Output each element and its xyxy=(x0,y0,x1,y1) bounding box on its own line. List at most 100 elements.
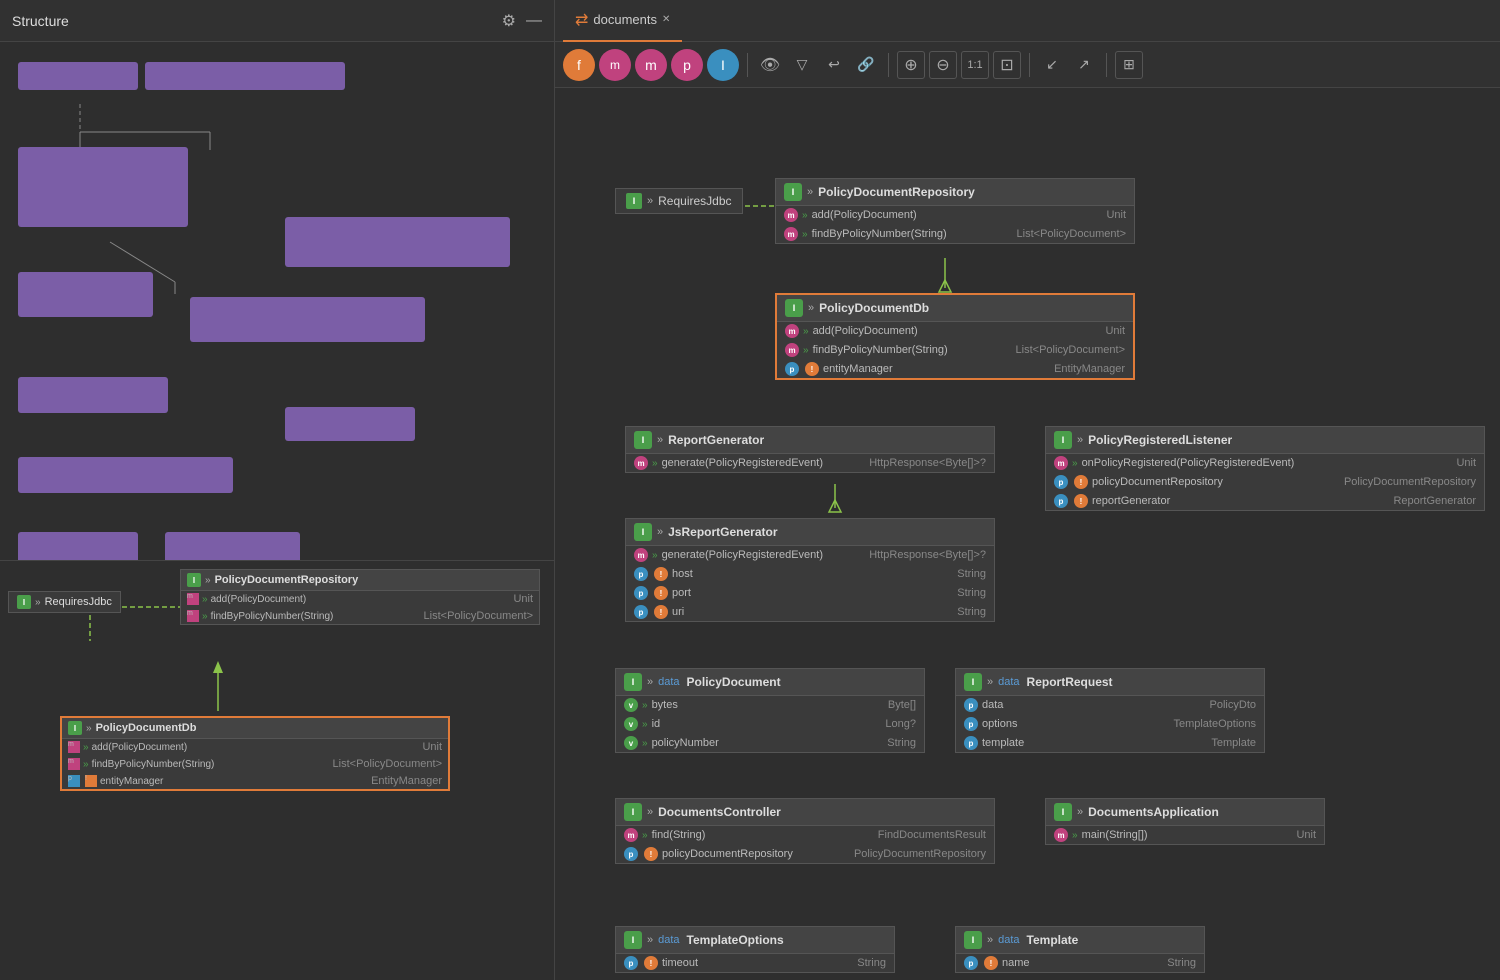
eye-btn[interactable]: 👁 xyxy=(756,51,784,79)
filter-m-btn[interactable]: m xyxy=(635,49,667,81)
documents-controller-node[interactable]: I » DocumentsController m » find(String)… xyxy=(615,798,995,864)
mini-node-3[interactable] xyxy=(18,147,188,227)
report-request-node[interactable]: I » data ReportRequest p data PolicyDto … xyxy=(955,668,1265,753)
mini-node-7[interactable] xyxy=(18,377,168,413)
pd-row1-name: bytes xyxy=(652,699,678,711)
layout-left-btn[interactable]: ↙ xyxy=(1038,51,1066,79)
lb-db-row1-icon: m xyxy=(68,741,80,753)
lb-policy-doc-db[interactable]: I » PolicyDocumentDb m » add(PolicyDocum… xyxy=(60,716,450,791)
policy-doc-badge: I xyxy=(624,673,642,691)
repo-row2-name: findByPolicyNumber(String) xyxy=(812,228,947,240)
report-gen-row1: m » generate(PolicyRegisteredEvent) Http… xyxy=(626,454,994,472)
lb-repo-row1-icon: m xyxy=(187,593,199,605)
layout-right-btn[interactable]: ↗ xyxy=(1070,51,1098,79)
tmpl-data-label: data xyxy=(998,934,1019,946)
rr-row3: p template Template xyxy=(956,734,1264,752)
docs-app-title: DocumentsApplication xyxy=(1088,805,1219,819)
zoom-in-btn[interactable]: ⊕ xyxy=(897,51,925,79)
db-row1-icon: m xyxy=(785,324,799,338)
lb-db-row3: p ! entityManager EntityManager xyxy=(62,773,448,789)
lb-repo-row1-type: Unit xyxy=(513,593,533,605)
minimize-icon[interactable]: — xyxy=(526,12,542,30)
tmpl-opts-title: TemplateOptions xyxy=(687,933,784,947)
toolbar-sep3 xyxy=(1029,53,1030,77)
lb-repo-row2-type: List<PolicyDocument> xyxy=(424,610,533,622)
grid-btn[interactable]: ⊞ xyxy=(1115,51,1143,79)
lb-repo-arrow: » xyxy=(205,575,211,586)
pd-row1-icon: v xyxy=(624,698,638,712)
pd-row2-name: id xyxy=(652,718,661,730)
filter-f-btn[interactable]: f xyxy=(563,49,595,81)
mini-node-6[interactable] xyxy=(190,297,425,342)
docs-ctrl-badge: I xyxy=(624,803,642,821)
settings-icon[interactable]: ⚙ xyxy=(502,11,516,31)
dc-row2: p ! policyDocumentRepository PolicyDocum… xyxy=(616,845,994,863)
report-gen-header: I » ReportGenerator xyxy=(626,427,994,454)
mini-node-2[interactable] xyxy=(145,62,345,90)
mini-node-5[interactable] xyxy=(18,272,153,317)
prl-row2: p ! policyDocumentRepository PolicyDocum… xyxy=(1046,473,1484,492)
documents-tab[interactable]: ⇄ documents ✕ xyxy=(563,0,682,42)
link-btn[interactable]: 🔗 xyxy=(852,51,880,79)
zoom-out-btn[interactable]: ⊖ xyxy=(929,51,957,79)
prl-row1-type: Unit xyxy=(1456,457,1476,469)
policy-reg-listener-header: I » PolicyRegisteredListener xyxy=(1046,427,1484,454)
js-gen-row1-icon: m xyxy=(634,548,648,562)
policy-document-node[interactable]: I » data PolicyDocument v » bytes Byte[]… xyxy=(615,668,925,753)
lb-repo-badge: I xyxy=(187,573,201,587)
tmpl-row1-name: name xyxy=(1002,957,1030,969)
template-node[interactable]: I » data Template p ! name String xyxy=(955,926,1205,973)
fit-btn[interactable]: ⊡ xyxy=(993,51,1021,79)
js-gen-row2-icon-p: p xyxy=(634,567,648,581)
report-generator-node[interactable]: I » ReportGenerator m » generate(PolicyR… xyxy=(625,426,995,473)
mini-node-10[interactable] xyxy=(18,532,138,560)
policy-registered-listener-node[interactable]: I » PolicyRegisteredListener m » onPolic… xyxy=(1045,426,1485,511)
documents-app-node[interactable]: I » DocumentsApplication m » main(String… xyxy=(1045,798,1325,845)
repo-row2-icon: m xyxy=(784,227,798,241)
mini-node-4[interactable] xyxy=(285,217,510,267)
filter-btn[interactable]: ▽ xyxy=(788,51,816,79)
tmpl-opts-data-label: data xyxy=(658,934,679,946)
filter-mq-btn[interactable]: m xyxy=(599,49,631,81)
mini-node-9[interactable] xyxy=(18,457,233,493)
mini-node-11[interactable] xyxy=(165,532,300,560)
policy-doc-repo-node[interactable]: I » PolicyDocumentRepository m » add(Pol… xyxy=(775,178,1135,244)
left-header-icons: ⚙ — xyxy=(502,11,542,31)
policy-doc-db-node[interactable]: I » PolicyDocumentDb m » add(PolicyDocum… xyxy=(775,293,1135,380)
filter-p-btn[interactable]: p xyxy=(671,49,703,81)
rr-row2-type: TemplateOptions xyxy=(1173,718,1256,730)
tmpl-row1: p ! name String xyxy=(956,954,1204,972)
zoom-reset-btn[interactable]: 1:1 xyxy=(961,51,989,79)
tab-close-btn[interactable]: ✕ xyxy=(662,14,670,25)
requires-jdbc-badge: I xyxy=(626,193,642,209)
rr-row3-type: Template xyxy=(1211,737,1256,749)
tmpl-row1-icon-excl: ! xyxy=(984,956,998,970)
da-row1-icon: m xyxy=(1054,828,1068,842)
lb-requires-jdbc[interactable]: I » RequiresJdbc xyxy=(8,591,121,613)
mini-node-1[interactable] xyxy=(18,62,138,90)
lb-repo-row2: m » findByPolicyNumber(String) List<Poli… xyxy=(181,608,539,624)
to-row1-icon-p: p xyxy=(624,956,638,970)
db-row2-icon: m xyxy=(785,343,799,357)
prl-row2-icon-excl: ! xyxy=(1074,475,1088,489)
pd-row1: v » bytes Byte[] xyxy=(616,696,924,715)
prl-row1: m » onPolicyRegistered(PolicyRegisteredE… xyxy=(1046,454,1484,473)
js-report-generator-node[interactable]: I » JsReportGenerator m » generate(Polic… xyxy=(625,518,995,622)
diagram-area[interactable]: I » RequiresJdbc I » PolicyDocumentRepos… xyxy=(555,88,1500,980)
filter-i-btn[interactable]: I xyxy=(707,49,739,81)
prl-row3-icon-excl: ! xyxy=(1074,494,1088,508)
lb-policy-doc-repo[interactable]: I » PolicyDocumentRepository m » add(Pol… xyxy=(180,569,540,625)
requires-jdbc-top[interactable]: I » RequiresJdbc xyxy=(615,188,743,214)
template-options-node[interactable]: I » data TemplateOptions p ! timeout Str… xyxy=(615,926,895,973)
db-row2: m » findByPolicyNumber(String) List<Poli… xyxy=(777,341,1133,360)
lb-db-row3-type: EntityManager xyxy=(371,775,442,787)
pd-row1-type: Byte[] xyxy=(888,699,916,711)
prl-row3: p ! reportGenerator ReportGenerator xyxy=(1046,492,1484,510)
lb-db-row1-name: add(PolicyDocument) xyxy=(92,742,188,753)
js-gen-row4-icon-p: p xyxy=(634,605,648,619)
undo-btn[interactable]: ↩ xyxy=(820,51,848,79)
mini-node-8[interactable] xyxy=(285,407,415,441)
js-gen-row1-type: HttpResponse<Byte[]>? xyxy=(869,549,986,561)
left-header: Structure ⚙ — xyxy=(0,0,554,42)
rr-row1-icon: p xyxy=(964,698,978,712)
